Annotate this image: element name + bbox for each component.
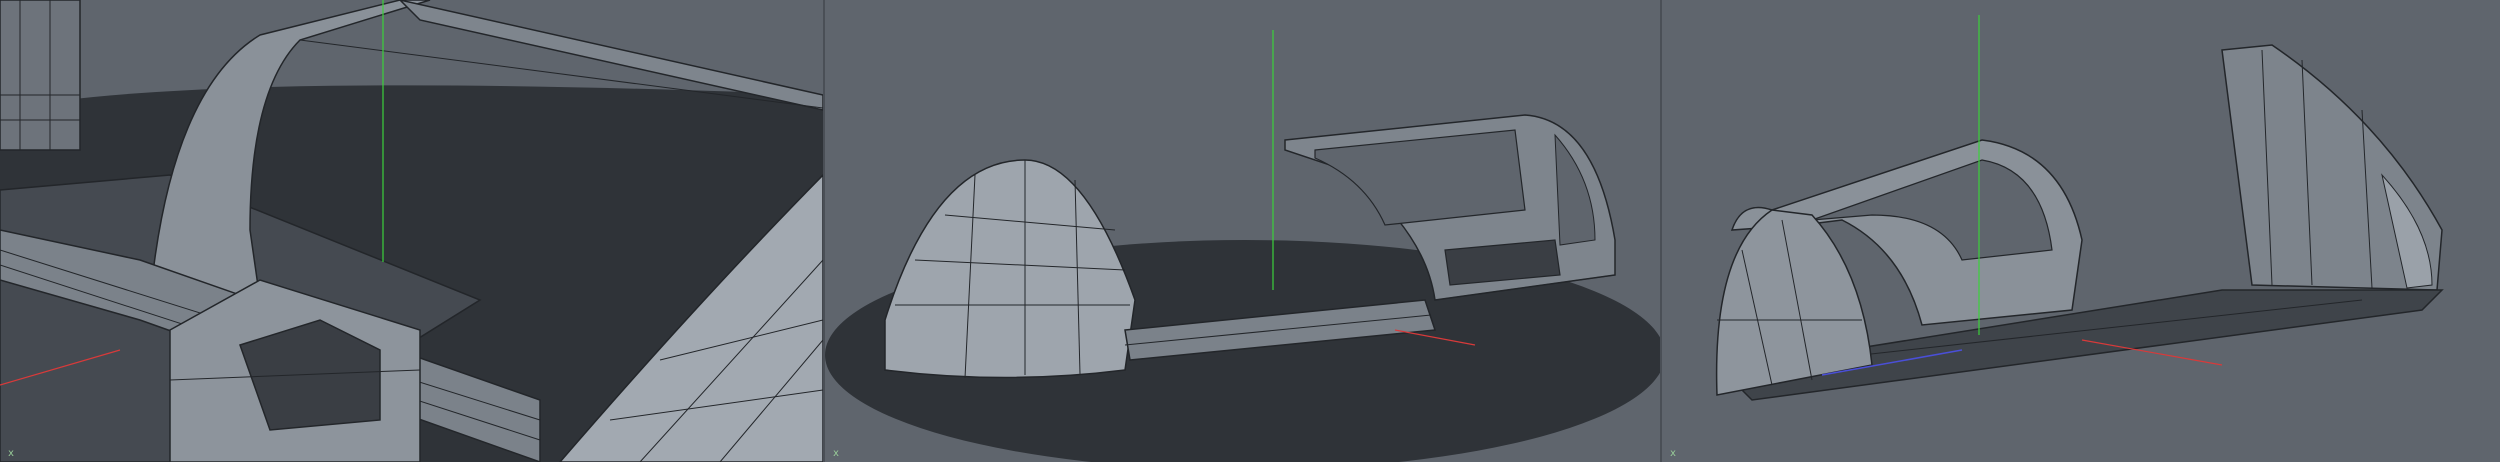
closeup-viewport[interactable]: x xyxy=(0,0,823,462)
axis-gizmo-icon: x xyxy=(1670,448,1677,459)
back-block xyxy=(0,0,81,151)
rear-perspective-viewport[interactable]: x xyxy=(1660,0,2500,462)
closeup-scene xyxy=(0,0,823,462)
rear-scene xyxy=(1715,15,2444,401)
axis-gizmo-icon: x xyxy=(833,448,840,459)
front-perspective-viewport[interactable]: x xyxy=(823,0,1660,462)
front-scene xyxy=(825,30,1660,462)
viewport-strip: x x x xyxy=(0,0,2500,462)
axis-gizmo-icon: x xyxy=(8,448,15,459)
front-nose xyxy=(1715,209,1873,396)
